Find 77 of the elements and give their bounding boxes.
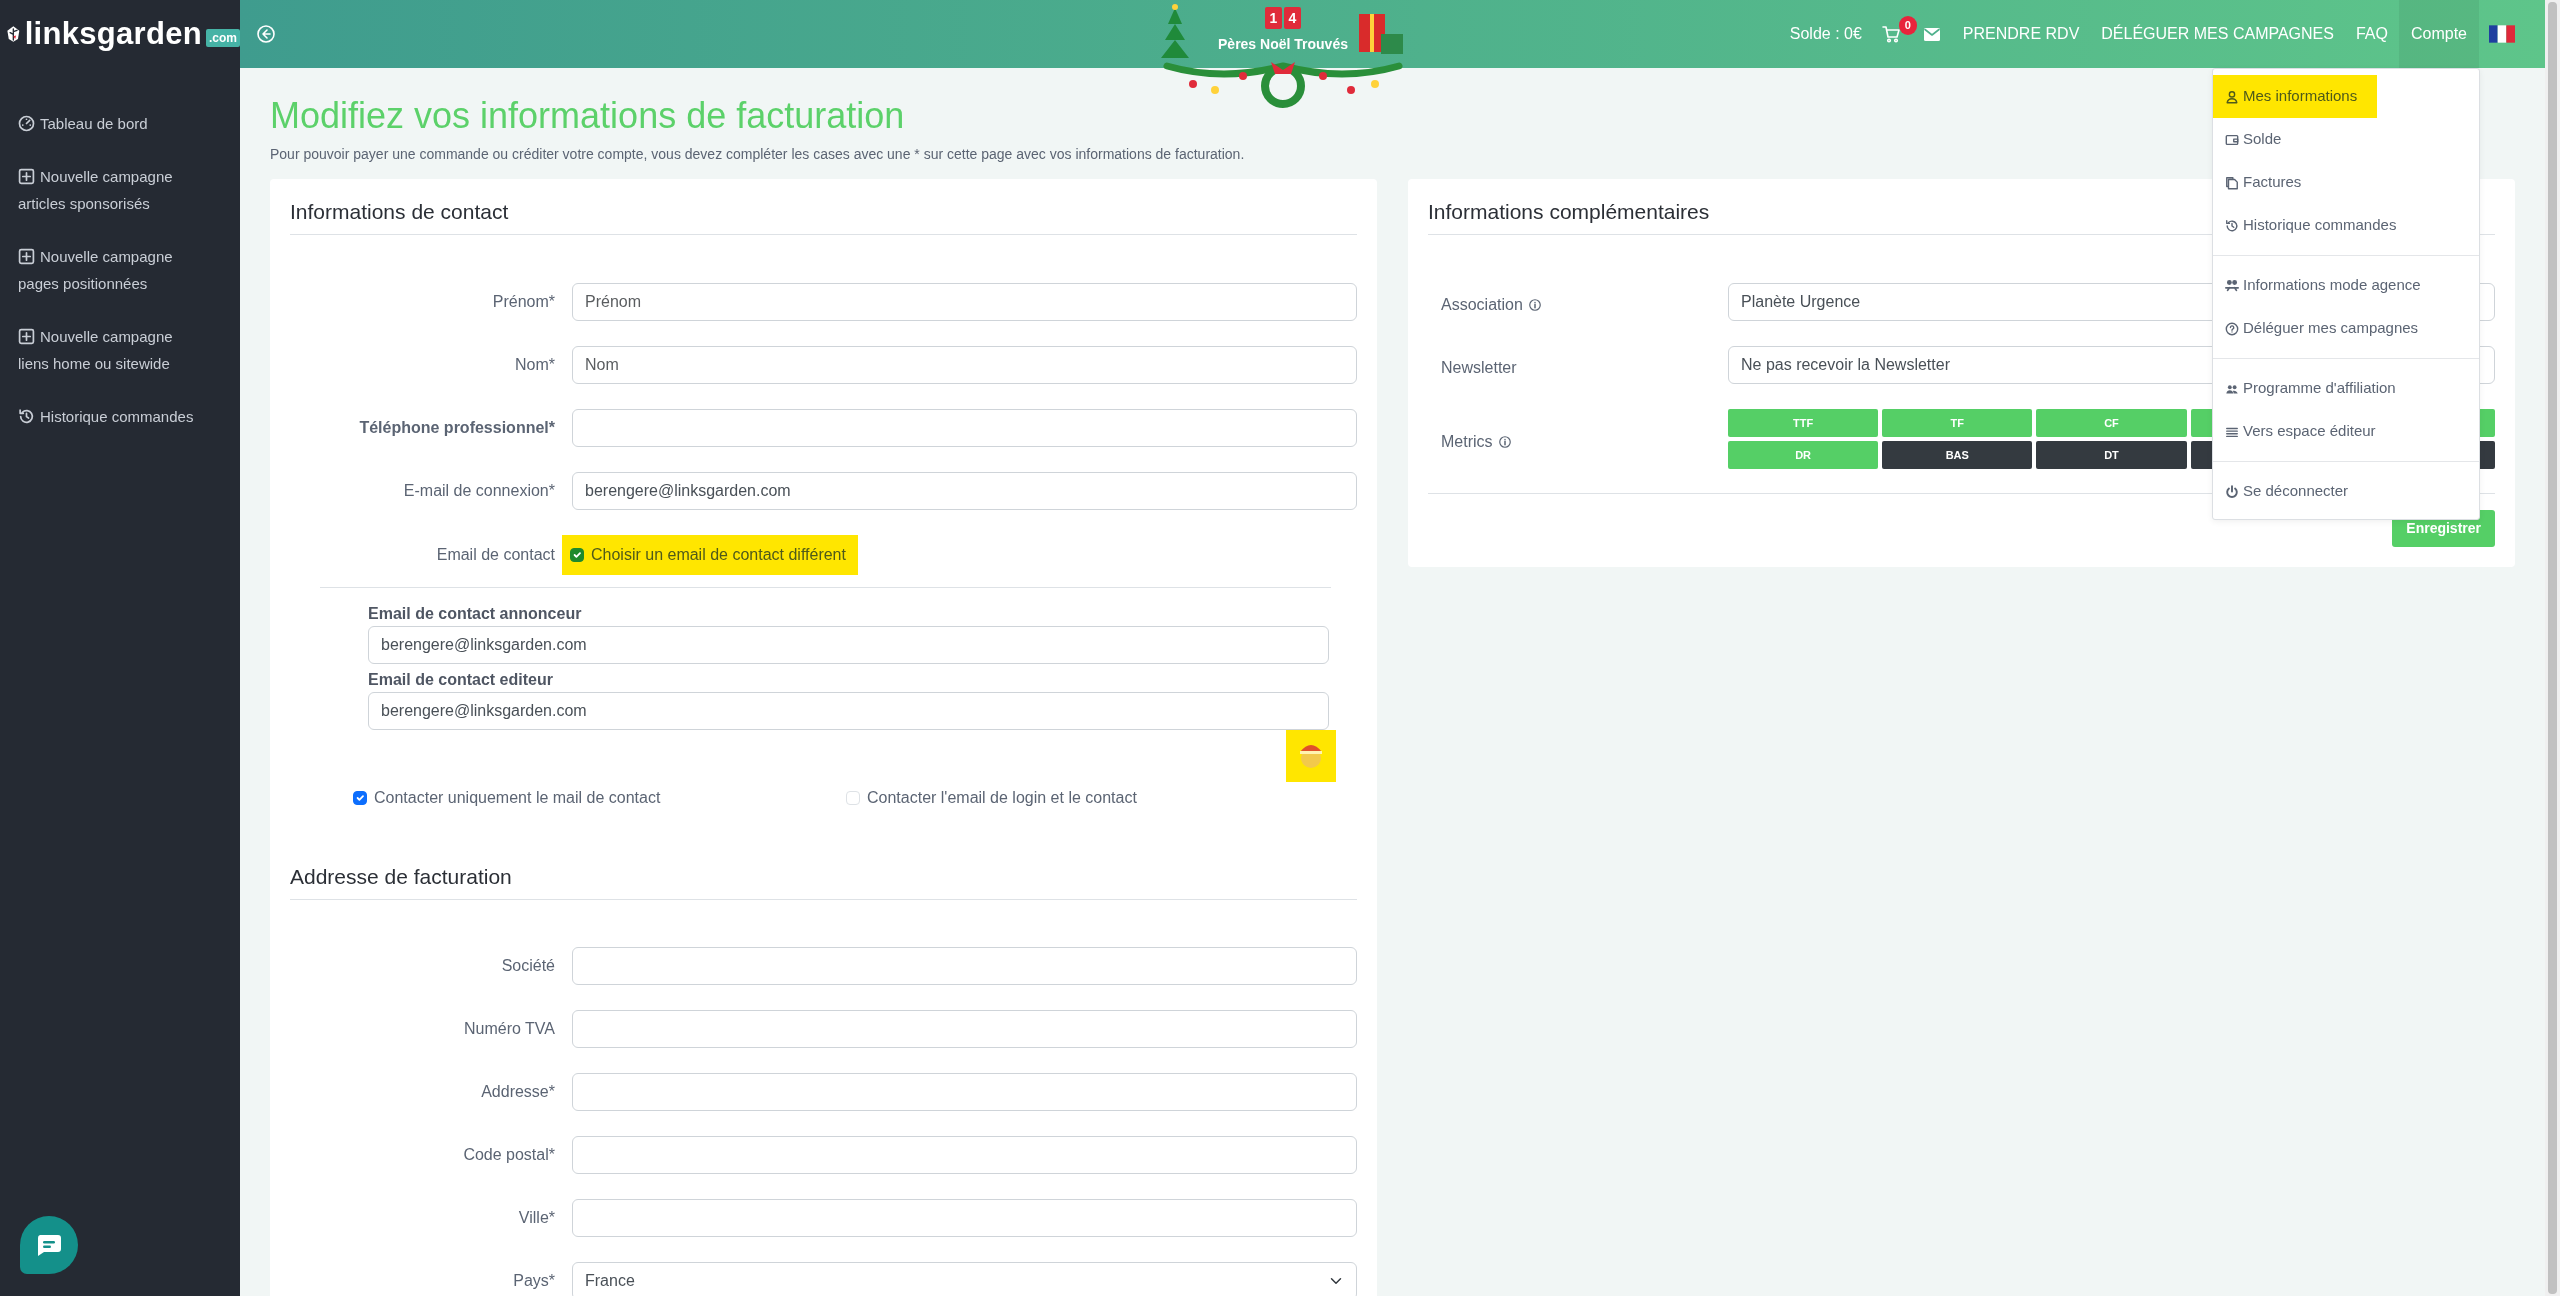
text-field[interactable]: Nom: [572, 346, 1357, 385]
field-label: Société: [500, 956, 555, 977]
field-label: Email de contact editeur: [368, 670, 554, 691]
checkbox[interactable]: [353, 791, 367, 806]
counter-digit: 1: [1265, 7, 1282, 29]
logo-text: linksgarden: [24, 14, 202, 53]
field-label: Metrics: [1441, 432, 1493, 453]
field-label: E-mail de connexion*: [402, 481, 555, 502]
field-label: Association: [1441, 295, 1523, 316]
cart-icon[interactable]: [1881, 26, 1900, 44]
info-icon: [1528, 299, 1541, 312]
text-field[interactable]: berengere@linksgarden.com: [572, 472, 1357, 511]
field-label: Code postal*: [462, 1145, 555, 1166]
field-label: Téléphone professionnel*: [358, 418, 555, 439]
text-field[interactable]: [572, 947, 1357, 986]
checkbox-label[interactable]: Contacter l'email de login et le contact: [867, 786, 1137, 811]
text-field[interactable]: berengere@linksgarden.com: [368, 692, 1329, 731]
documents-icon: [2225, 175, 2239, 190]
checkbox[interactable]: [570, 548, 584, 563]
sidebar-item[interactable]: Tableau de bord: [0, 110, 240, 137]
sidebar-item[interactable]: Nouvelle campagne articles sponsorisés: [0, 163, 240, 217]
scrollbar[interactable]: [2545, 0, 2560, 1296]
text-field[interactable]: Prénom: [572, 283, 1357, 322]
plus-square-icon: [18, 248, 35, 265]
question-circle-icon: [2225, 321, 2239, 336]
field-label: Prénom*: [491, 292, 555, 313]
counter-digit: 4: [1284, 7, 1301, 29]
select-field[interactable]: France: [572, 1262, 1357, 1296]
menu-item[interactable]: Se déconnecter: [2213, 470, 2361, 513]
info-icon: [1498, 436, 1511, 449]
field-label: Nom*: [514, 355, 555, 376]
field-label: Email de contact annonceur: [368, 604, 583, 625]
text-field[interactable]: [572, 409, 1357, 448]
field-label: Addresse*: [480, 1082, 555, 1103]
balance-text: Solde : 0€: [1789, 24, 1862, 44]
history-icon: [18, 408, 35, 425]
checkbox-label[interactable]: Contacter uniquement le mail de contact: [374, 786, 661, 811]
user-icon: [2225, 89, 2239, 104]
cart-count-badge: 0: [1898, 16, 1917, 35]
text-field[interactable]: [572, 1010, 1357, 1049]
plus-square-icon: [18, 328, 35, 345]
field-label: Email de contact: [435, 545, 555, 566]
people-icon: [2225, 278, 2239, 293]
sidebar-item[interactable]: Nouvelle campagne liens home ou sitewide: [0, 323, 240, 377]
flag-icon[interactable]: [2489, 25, 2515, 43]
menu-item[interactable]: Mes informations: [2213, 75, 2378, 118]
mail-icon[interactable]: [1923, 27, 1940, 41]
metric-button[interactable]: BAS: [1882, 441, 2033, 470]
gauge-icon: [18, 115, 35, 132]
field-label: Newsletter: [1441, 358, 1517, 379]
sidebar-item[interactable]: Historique commandes: [0, 403, 240, 430]
page-title: Modifiez vos informations de facturation: [270, 94, 905, 138]
text-field[interactable]: berengere@linksgarden.com: [368, 626, 1329, 665]
field-label: Numéro TVA: [463, 1019, 555, 1040]
text-field[interactable]: [572, 1073, 1357, 1112]
menu-item[interactable]: Factures: [2213, 161, 2314, 204]
field-label: Ville*: [517, 1208, 555, 1229]
logo-suffix: .com: [206, 29, 240, 47]
text-field[interactable]: [572, 1199, 1357, 1238]
plus-square-icon: [18, 168, 35, 185]
field-label: Pays*: [512, 1271, 555, 1292]
sidebar-item[interactable]: Nouvelle campagne pages positionnées: [0, 243, 240, 297]
history-icon: [2225, 218, 2239, 233]
section-heading: Informations de contact: [290, 199, 1357, 236]
banner-title: Pères Noël Trouvés: [1218, 36, 1348, 52]
menu-item[interactable]: Historique commandes: [2213, 204, 2409, 247]
santa-hat-icon: [1286, 730, 1336, 783]
power-icon: [2225, 484, 2239, 499]
metric-button[interactable]: DT: [2036, 441, 2187, 470]
chat-icon: [36, 1234, 62, 1256]
menu-item[interactable]: Solde: [2213, 118, 2294, 161]
wallet-icon: [2225, 132, 2239, 147]
page-subtitle: Pour pouvoir payer une commande ou créditer votre compte, vous devez compléter les cases avec une * sur cette page avec vos informations de facturation.: [270, 145, 1245, 164]
chat-button[interactable]: [20, 1216, 78, 1274]
text-field[interactable]: [572, 1136, 1357, 1175]
section-heading: Addresse de facturation: [290, 864, 1357, 901]
menu-item[interactable]: Vers espace éditeur: [2213, 410, 2388, 453]
